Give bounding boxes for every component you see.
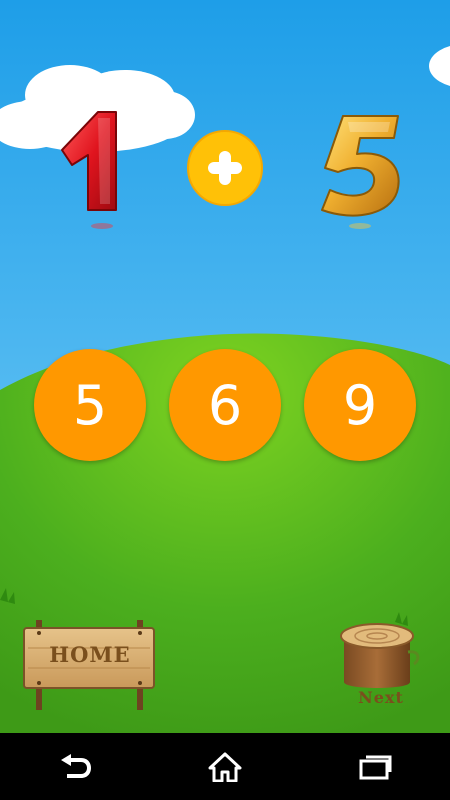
home-nav-button[interactable] [195,742,255,792]
home-icon [208,752,242,782]
recent-apps-icon [359,755,392,779]
answer-options: 5 6 9 [0,349,450,461]
answer-button-2[interactable]: 6 [169,349,281,461]
home-button[interactable] [20,620,160,712]
next-button[interactable] [338,620,418,710]
back-icon [61,753,91,778]
system-navigation-bar [0,733,450,800]
answer-button-3[interactable]: 9 [304,349,416,461]
answer-button-1[interactable]: 5 [34,349,146,461]
plus-icon [187,130,263,206]
recent-apps-button[interactable] [345,742,405,792]
game-scene: 5 6 9 Home Next 1 + 5 [0,0,450,733]
back-button[interactable] [45,742,105,792]
